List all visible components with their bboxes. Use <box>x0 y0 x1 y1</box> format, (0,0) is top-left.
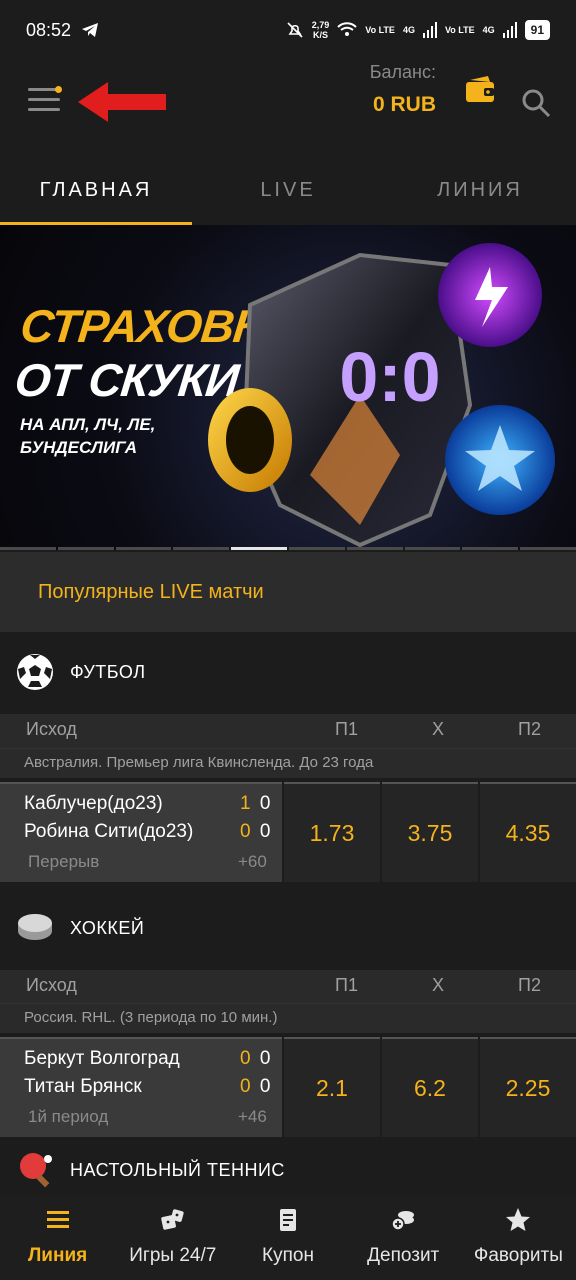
score-home: 1 0 <box>240 793 273 814</box>
list-icon <box>46 1211 69 1228</box>
team-away: Робина Сити(до23) <box>24 821 194 842</box>
banner-indicator-dot[interactable] <box>0 547 56 550</box>
notification-dot <box>55 86 62 93</box>
volte-badge: Vo LTE <box>365 25 395 35</box>
wifi-icon <box>337 22 357 36</box>
odd-p2[interactable]: 4.35 <box>480 782 576 882</box>
telegram-icon <box>82 23 99 37</box>
banner-subtitle: НА АПЛ, ЛЧ, ЛЕ, БУНДЕСЛИГА <box>20 415 156 457</box>
coupon-icon <box>280 1209 296 1231</box>
score-away: 0 0 <box>240 821 273 842</box>
banner-indicators <box>0 547 576 550</box>
odd-x[interactable]: 3.75 <box>382 782 478 882</box>
status-bar: 08:52 2,79 K/S Vo LTE 4G Vo LTE 4G 91 <box>0 0 576 60</box>
tab-live[interactable]: LIVE <box>192 155 384 225</box>
banner-indicator-dot[interactable] <box>57 547 114 550</box>
team-away: Титан Брянск <box>24 1076 142 1097</box>
odd-p1[interactable]: 2.1 <box>284 1037 380 1137</box>
signal-icon-2 <box>502 22 517 38</box>
nav-games[interactable]: Игры 24/7 <box>115 1195 230 1280</box>
signal-icon <box>422 22 437 38</box>
match-info[interactable]: Каблучер(до23) 1 0 Робина Сити(до23) 0 0… <box>0 782 282 882</box>
match-info[interactable]: Беркут Волгоград 0 0 Титан Брянск 0 0 1й… <box>0 1037 282 1137</box>
star-icon <box>506 1208 531 1231</box>
search-icon[interactable] <box>521 88 551 118</box>
nav-line[interactable]: Линия <box>0 1195 115 1280</box>
promo-banner[interactable]: СТРАХОВКА ОТ СКУКИ НА АПЛ, ЛЧ, ЛЕ, БУНДЕ… <box>0 225 576 550</box>
network-type: 4G <box>402 25 415 35</box>
battery-indicator: 91 <box>524 20 550 40</box>
dice-icon <box>161 1209 184 1230</box>
soccer-ball-icon <box>17 654 53 690</box>
volte-badge-2: Vo LTE <box>444 25 475 35</box>
match-period: Перерыв <box>28 852 100 871</box>
sport-name: ФУТБОЛ <box>70 661 146 682</box>
ping-pong-icon <box>20 1153 52 1188</box>
outcome-header: Исход П1 Х П2 <box>0 970 576 1004</box>
sport-header-hockey[interactable]: ХОККЕЙ <box>0 888 576 968</box>
sport-name: ХОККЕЙ <box>70 917 145 938</box>
nav-coupon[interactable]: Купон <box>230 1195 345 1280</box>
mute-bell-icon <box>287 22 303 38</box>
banner-indicator-dot[interactable] <box>288 547 345 550</box>
more-markets: +46 <box>238 1107 267 1126</box>
hockey-puck-icon <box>18 914 52 940</box>
popular-live-title: Популярные LIVE матчи <box>0 552 576 632</box>
outcome-header: Исход П1 Х П2 <box>0 714 576 748</box>
score-away: 0 0 <box>240 1076 273 1097</box>
bottom-navigation: Линия Игры 24/7 Купон Депозит Фавориты <box>0 1195 576 1280</box>
main-tabs: ГЛАВНАЯ LIVE ЛИНИЯ <box>0 155 576 225</box>
odd-p2[interactable]: 2.25 <box>480 1037 576 1137</box>
balance-label: Баланс: <box>369 62 436 82</box>
banner-indicator-dot[interactable] <box>462 547 519 550</box>
nav-deposit[interactable]: Депозит <box>346 1195 461 1280</box>
tab-line[interactable]: ЛИНИЯ <box>384 155 576 225</box>
network-type-2: 4G <box>482 25 495 35</box>
banner-indicator-dot[interactable] <box>520 547 576 550</box>
sport-name: НАСТОЛЬНЫЙ ТЕННИС <box>70 1159 285 1180</box>
sport-header-football[interactable]: ФУТБОЛ <box>0 632 576 712</box>
match-row[interactable]: Каблучер(до23) 1 0 Робина Сити(до23) 0 0… <box>0 782 576 882</box>
banner-indicator-dot[interactable] <box>346 547 403 550</box>
team-home: Каблучер(до23) <box>24 793 163 814</box>
menu-button[interactable] <box>28 86 62 114</box>
team-home: Беркут Волгоград <box>24 1048 180 1069</box>
odd-p1[interactable]: 1.73 <box>284 782 380 882</box>
banner-indicator-dot[interactable] <box>173 547 230 550</box>
odd-x[interactable]: 6.2 <box>382 1037 478 1137</box>
net-speed: 2,79 K/S <box>311 20 330 40</box>
banner-indicator-dot[interactable] <box>231 547 287 550</box>
league-name: Австралия. Премьер лига Квинсленда. До 2… <box>0 748 576 778</box>
clock: 08:52 <box>26 19 72 40</box>
sport-header-table-tennis[interactable]: НАСТОЛЬНЫЙ ТЕННИС <box>0 1145 576 1195</box>
banner-score: 0:0 <box>339 338 440 416</box>
shield-illustration: 0:0 <box>208 243 555 548</box>
score-home: 0 0 <box>240 1048 273 1069</box>
banner-indicator-dot[interactable] <box>404 547 461 550</box>
coins-icon <box>391 1211 415 1231</box>
banner-indicator-dot[interactable] <box>115 547 172 550</box>
more-markets: +60 <box>238 852 267 871</box>
balance-block[interactable]: Баланс: 0 RUB <box>370 62 436 117</box>
red-arrow-annotation <box>78 82 166 122</box>
wallet-icon[interactable] <box>464 74 496 104</box>
tab-main[interactable]: ГЛАВНАЯ <box>0 155 192 225</box>
nav-favorites[interactable]: Фавориты <box>461 1195 576 1280</box>
league-name: Россия. RHL. (3 периода по 10 мин.) <box>0 1003 576 1033</box>
app-header: Баланс: 0 RUB <box>0 60 576 155</box>
match-period: 1й период <box>28 1107 109 1126</box>
balance-value: 0 RUB <box>372 93 436 116</box>
match-row[interactable]: Беркут Волгоград 0 0 Титан Брянск 0 0 1й… <box>0 1037 576 1137</box>
